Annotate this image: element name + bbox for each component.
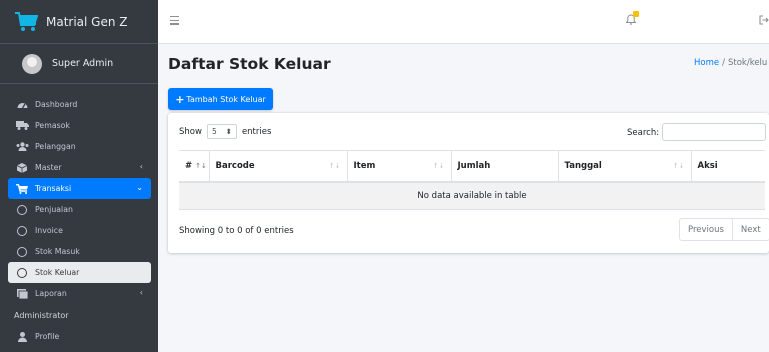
avatar bbox=[22, 53, 42, 74]
chevron-left-icon: ‹ bbox=[139, 162, 143, 171]
plus-icon: + bbox=[175, 92, 185, 106]
brand-name: Matrial Gen Z bbox=[46, 14, 128, 29]
cube-icon bbox=[14, 162, 30, 173]
column-header-barcode[interactable]: Barcode ↑↓ bbox=[208, 150, 347, 183]
sidebar-item-label: Stok Keluar bbox=[35, 268, 80, 277]
empty-table-message: No data available in table bbox=[179, 181, 765, 210]
search-input[interactable] bbox=[662, 123, 766, 141]
select-arrows-icon: ⬍ bbox=[225, 127, 232, 136]
cart-logo-icon bbox=[15, 11, 38, 31]
sidebar-item-label: Transaksi bbox=[35, 184, 72, 193]
sidebar-item-transaksi[interactable]: Transaksi ⌄ bbox=[8, 178, 151, 199]
entries-label: entries bbox=[241, 126, 272, 137]
users-icon bbox=[14, 142, 30, 151]
truck-icon bbox=[14, 121, 30, 130]
sort-icon: ↑↓ bbox=[432, 162, 445, 170]
sidebar-item-penjualan[interactable]: Penjualan bbox=[8, 199, 151, 220]
entries-value: 5 bbox=[211, 127, 217, 136]
sidebar-nav: Dashboard Pemasok Pelanggan Master ‹ Tra… bbox=[0, 94, 158, 347]
pagination: Previous Next bbox=[679, 218, 769, 241]
report-icon bbox=[14, 288, 30, 299]
page-title: Daftar Stok Keluar bbox=[168, 55, 331, 73]
sidebar-item-label: Dashboard bbox=[35, 100, 78, 109]
top-navbar bbox=[158, 0, 769, 44]
breadcrumb-separator: / bbox=[722, 58, 725, 68]
data-card: Show 5 ⬍ entries Search: # ↑↓ Barcode ↑↓ I… bbox=[168, 113, 769, 253]
user-panel[interactable]: Super Admin bbox=[0, 44, 158, 84]
user-name: Super Admin bbox=[52, 58, 114, 69]
brand[interactable]: Matrial Gen Z bbox=[0, 0, 158, 44]
sidebar-item-label: Profile bbox=[35, 332, 60, 341]
sidebar-item-dashboard[interactable]: Dashboard bbox=[8, 94, 151, 115]
circle-icon bbox=[14, 267, 30, 278]
breadcrumb-current: Stok/kelu bbox=[727, 58, 768, 68]
sidebar-item-master[interactable]: Master ‹ bbox=[8, 157, 151, 178]
add-stok-keluar-button[interactable]: + Tambah Stok Keluar bbox=[168, 88, 273, 110]
sidebar-item-label: Invoice bbox=[35, 226, 63, 235]
sort-icon: ↑↓ bbox=[672, 162, 685, 170]
breadcrumb-home-link[interactable]: Home bbox=[694, 58, 719, 68]
sidebar-item-profile[interactable]: Profile bbox=[8, 326, 151, 347]
sidebar-header: Administrator bbox=[14, 310, 69, 320]
chevron-left-icon: ‹ bbox=[139, 288, 143, 297]
table-row: No data available in table bbox=[179, 181, 765, 210]
sidebar-item-invoice[interactable]: Invoice bbox=[8, 220, 151, 241]
sidebar-item-pelanggan[interactable]: Pelanggan bbox=[8, 136, 151, 157]
sidebar-item-label: Stok Masuk bbox=[35, 247, 80, 256]
sort-icon: ↑↓ bbox=[328, 162, 341, 170]
sidebar-item-label: Laporan bbox=[35, 289, 67, 298]
column-header-jumlah[interactable]: Jumlah bbox=[450, 150, 558, 183]
previous-button[interactable]: Previous bbox=[680, 219, 732, 240]
column-header-aksi: Aksi bbox=[690, 150, 765, 183]
circle-icon bbox=[14, 246, 30, 257]
sidebar-item-stok-masuk[interactable]: Stok Masuk bbox=[8, 241, 151, 262]
column-header-number[interactable]: # ↑↓ bbox=[179, 150, 209, 183]
sidebar-item-label: Pelanggan bbox=[35, 142, 76, 151]
next-button[interactable]: Next bbox=[731, 219, 769, 240]
circle-icon bbox=[14, 204, 30, 215]
breadcrumb: Home / Stok/kelu bbox=[694, 58, 767, 68]
entries-length-control: Show 5 ⬍ entries bbox=[179, 124, 271, 139]
circle-icon bbox=[14, 225, 30, 236]
sidebar-item-label: Penjualan bbox=[35, 205, 73, 214]
notification-badge bbox=[633, 11, 639, 17]
logout-icon[interactable] bbox=[759, 15, 769, 25]
table-header-row: # ↑↓ Barcode ↑↓ Item ↑↓ Jumlah Tanggal ↑↓ Ak… bbox=[179, 150, 765, 183]
column-header-tanggal[interactable]: Tanggal ↑↓ bbox=[557, 150, 691, 183]
sidebar-item-stok-keluar[interactable]: Stok Keluar bbox=[8, 262, 151, 283]
sidebar-item-pemasok[interactable]: Pemasok bbox=[8, 115, 151, 136]
chevron-down-icon: ⌄ bbox=[136, 183, 143, 192]
sidebar-item-laporan[interactable]: Laporan ‹ bbox=[8, 283, 151, 304]
sidebar-item-label: Pemasok bbox=[35, 121, 70, 130]
sort-icon: ↑↓ bbox=[195, 161, 207, 170]
data-table: # ↑↓ Barcode ↑↓ Item ↑↓ Jumlah Tanggal ↑↓ Ak… bbox=[179, 150, 765, 210]
sidebar: Matrial Gen Z Super Admin Dashboard Pema… bbox=[0, 0, 158, 352]
show-label: Show bbox=[179, 126, 202, 137]
menu-toggle-icon[interactable] bbox=[170, 16, 179, 25]
add-button-label: Tambah Stok Keluar bbox=[186, 94, 266, 104]
user-icon bbox=[14, 331, 30, 342]
sidebar-item-label: Master bbox=[35, 163, 62, 172]
column-header-item[interactable]: Item ↑↓ bbox=[346, 150, 451, 183]
cart-icon bbox=[14, 183, 30, 194]
dashboard-icon bbox=[14, 100, 30, 109]
search-label: Search: bbox=[627, 128, 660, 138]
entries-select[interactable]: 5 ⬍ bbox=[206, 124, 237, 139]
table-info: Showing 0 to 0 of 0 entries bbox=[179, 226, 294, 236]
